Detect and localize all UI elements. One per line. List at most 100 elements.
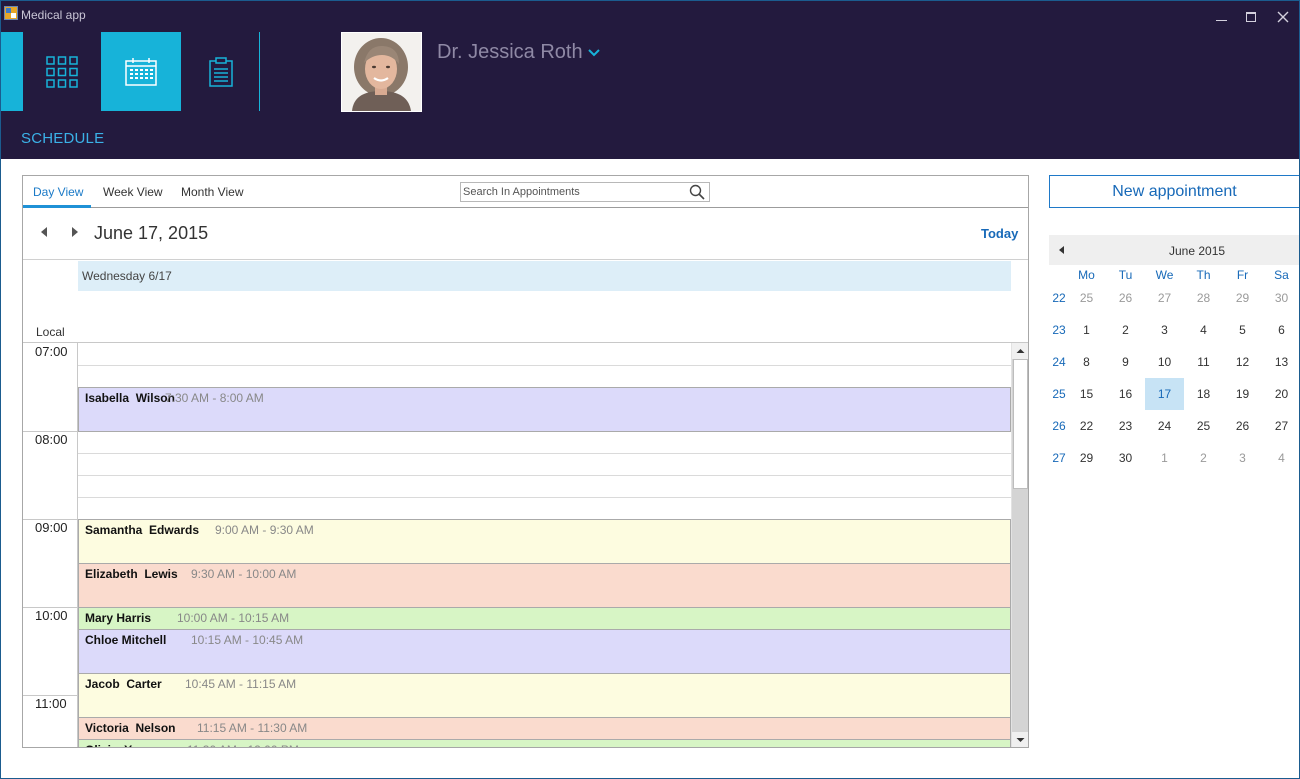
calendar-day[interactable]: 15: [1067, 378, 1106, 410]
calendar-day[interactable]: 12: [1223, 346, 1262, 378]
appointment-card[interactable]: Chloe Mitchell 10:15 AM - 10:45 AM: [78, 629, 1011, 674]
calendar-day[interactable]: 20: [1262, 378, 1299, 410]
calendar-day[interactable]: 1: [1067, 314, 1106, 346]
appointment-card[interactable]: Olivia Young 11:30 AM - 12:00 PM: [78, 739, 1011, 747]
calendar-day[interactable]: 2: [1106, 314, 1145, 346]
calendar-day[interactable]: 22: [1067, 410, 1106, 442]
calendar-day[interactable]: 30: [1262, 282, 1299, 314]
tab-month-view[interactable]: Month View: [181, 185, 243, 199]
calendar-day[interactable]: 25: [1184, 410, 1223, 442]
calendar-weekday-label: We: [1155, 268, 1174, 282]
appointment-time: 10:00 AM - 10:15 AM: [177, 611, 290, 625]
calendar-day[interactable]: 9: [1106, 346, 1145, 378]
hour-divider: [23, 695, 78, 696]
calendar-day[interactable]: 28: [1184, 282, 1223, 314]
date-navigation: June 17, 2015 Today: [23, 209, 1028, 260]
calendar-day[interactable]: 8: [1067, 346, 1106, 378]
calendar-day[interactable]: 4: [1262, 442, 1299, 474]
scroll-thumb[interactable]: [1013, 359, 1028, 489]
appointment-card[interactable]: Mary Harris 10:00 AM - 10:15 AM: [78, 607, 1011, 630]
hour-label: 07:00: [35, 344, 68, 359]
app-icon: [4, 6, 18, 20]
slot-line: [78, 475, 1011, 476]
calendar-weekday-label: Fr: [1236, 268, 1249, 282]
appointment-card[interactable]: Isabella Wilson 7:30 AM - 8:00 AM: [78, 387, 1011, 432]
nav-dashboard-button[interactable]: [22, 32, 102, 111]
calendar-week-number: 26: [1052, 419, 1066, 433]
appointment-patient-name: Elizabeth Lewis: [85, 567, 178, 581]
profile-dropdown-button[interactable]: [587, 45, 603, 59]
calendar-day[interactable]: 30: [1106, 442, 1145, 474]
calendar-day[interactable]: 29: [1067, 442, 1106, 474]
maximize-button[interactable]: [1234, 4, 1268, 28]
calendar-day[interactable]: 27: [1262, 410, 1299, 442]
day-header-label: Wednesday 6/17: [82, 269, 172, 283]
appointment-time: 9:00 AM - 9:30 AM: [215, 523, 314, 537]
calendar-day[interactable]: 4: [1184, 314, 1223, 346]
search-input[interactable]: [461, 183, 687, 201]
calendar-previous-month-button[interactable]: [1057, 245, 1067, 255]
close-icon: [1277, 11, 1289, 23]
calendar-day[interactable]: 11: [1184, 346, 1223, 378]
appointment-card[interactable]: Victoria Nelson 11:15 AM - 11:30 AM: [78, 717, 1011, 740]
appointment-card[interactable]: Jacob Carter 10:45 AM - 11:15 AM: [78, 673, 1011, 718]
calendar-day[interactable]: 18: [1184, 378, 1223, 410]
current-date: June 17, 2015: [94, 223, 209, 243]
appointment-patient-name: Mary Harris: [85, 611, 152, 625]
new-appointment-button[interactable]: New appointment: [1049, 175, 1299, 208]
search-icon[interactable]: [689, 184, 705, 200]
appointment-card[interactable]: Samantha Edwards 9:00 AM - 9:30 AM: [78, 519, 1011, 564]
calendar-day[interactable]: 25: [1067, 282, 1106, 314]
hour-divider: [23, 519, 78, 520]
calendar-day[interactable]: 27: [1145, 282, 1184, 314]
maximize-icon: [1246, 12, 1256, 23]
scroll-down-button[interactable]: [1012, 732, 1028, 748]
close-button[interactable]: [1266, 4, 1299, 28]
today-button[interactable]: Today: [981, 226, 1018, 241]
nav-records-button[interactable]: [181, 32, 261, 111]
previous-day-button[interactable]: [39, 226, 49, 238]
calendar-day[interactable]: 13: [1262, 346, 1299, 378]
calendar-day-selected[interactable]: 17: [1145, 378, 1184, 410]
tab-day-view[interactable]: Day View: [33, 185, 83, 199]
calendar-day[interactable]: 6: [1262, 314, 1299, 346]
search-box: [460, 182, 710, 202]
scheduler-panel: Day View Week View Month View June 17, 2…: [22, 175, 1029, 748]
calendar-day[interactable]: 3: [1223, 442, 1262, 474]
calendar-day[interactable]: 23: [1106, 410, 1145, 442]
hour-label: 10:00: [35, 608, 68, 623]
calendar-day[interactable]: 29: [1223, 282, 1262, 314]
doctor-avatar: [341, 32, 422, 112]
day-column-header: Wednesday 6/17: [78, 261, 1011, 291]
appointment-patient-name: Samantha Edwards: [85, 523, 200, 537]
calendar-day[interactable]: 16: [1106, 378, 1145, 410]
nav-accent-bar: [1, 32, 23, 111]
calendar-day[interactable]: 26: [1223, 410, 1262, 442]
appointment-time: 7:30 AM - 8:00 AM: [165, 391, 264, 405]
next-day-button[interactable]: [70, 226, 80, 238]
vertical-scrollbar[interactable]: [1011, 343, 1028, 748]
time-slots: Isabella Wilson 7:30 AM - 8:00 AM Samantha…: [78, 343, 1011, 747]
calendar-month-label: June 2015: [1169, 244, 1226, 258]
appointment-patient-name: Jacob Carter: [85, 677, 162, 691]
nav-schedule-button[interactable]: [101, 32, 181, 111]
mini-calendar: June 2015 Mo Tu We Th Fr Sa 22 25 26 27 28 29 30 23 1 2…: [1049, 235, 1299, 475]
minimize-icon: [1215, 19, 1227, 21]
calendar-day[interactable]: 19: [1223, 378, 1262, 410]
calendar-day[interactable]: 26: [1106, 282, 1145, 314]
calendar-day[interactable]: 5: [1223, 314, 1262, 346]
hour-label: 11:00: [35, 696, 67, 711]
calendar-weekday-label: Tu: [1118, 268, 1133, 282]
scroll-up-button[interactable]: [1012, 343, 1028, 359]
app-header: Dr. Jessica Roth SCHEDULE: [1, 31, 1299, 159]
nav-divider: [259, 32, 260, 111]
minimize-button[interactable]: [1204, 4, 1238, 28]
calendar-day[interactable]: 3: [1145, 314, 1184, 346]
calendar-day[interactable]: 1: [1145, 442, 1184, 474]
calendar-day[interactable]: 24: [1145, 410, 1184, 442]
calendar-weekday-label: Sa: [1274, 268, 1289, 282]
appointment-card[interactable]: Elizabeth Lewis 9:30 AM - 10:00 AM: [78, 563, 1011, 608]
calendar-day[interactable]: 2: [1184, 442, 1223, 474]
tab-week-view[interactable]: Week View: [103, 185, 163, 199]
calendar-day[interactable]: 10: [1145, 346, 1184, 378]
